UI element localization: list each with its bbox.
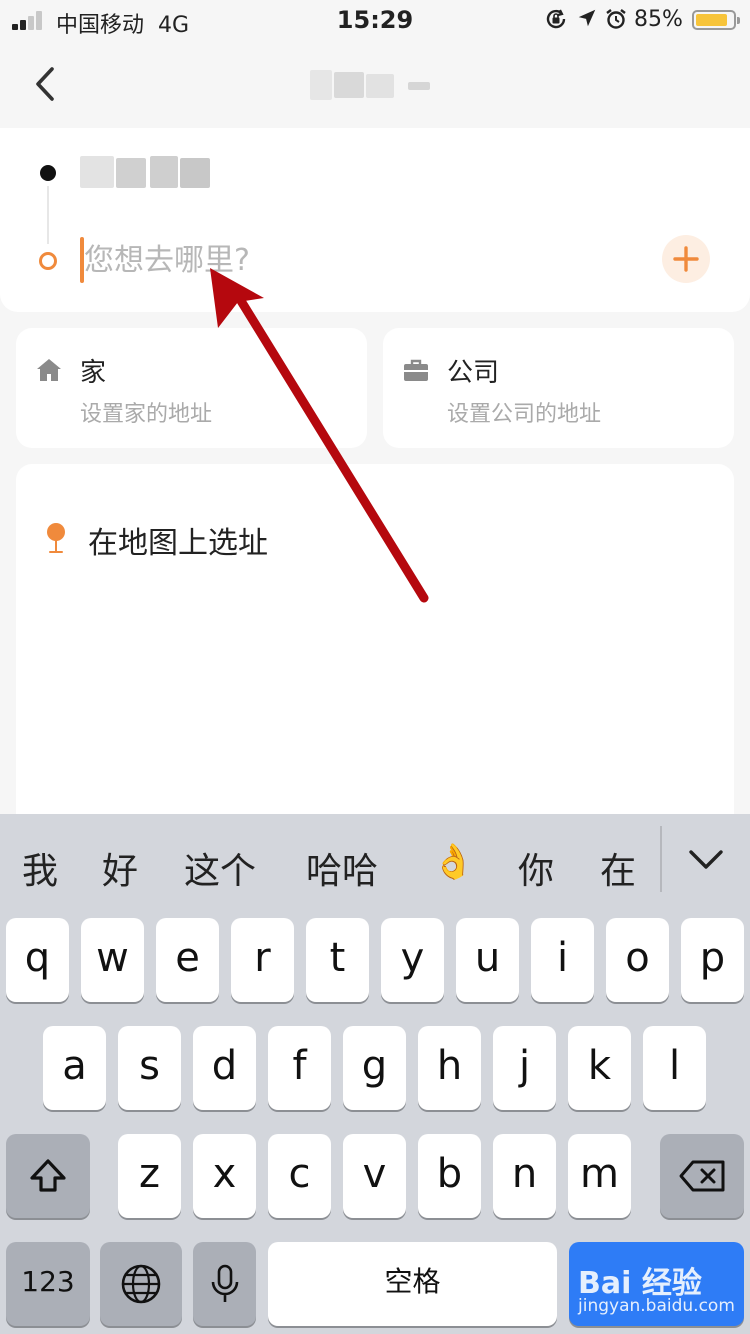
numbers-key[interactable]: 123 bbox=[6, 1242, 90, 1326]
space-key[interactable]: 空格 bbox=[268, 1242, 557, 1326]
key-k[interactable]: k bbox=[568, 1026, 631, 1110]
key-u[interactable]: u bbox=[456, 918, 519, 1002]
shift-key[interactable] bbox=[6, 1134, 90, 1218]
suggestion-item[interactable]: 在 bbox=[600, 842, 636, 894]
delete-key[interactable] bbox=[660, 1134, 744, 1218]
rotation-lock-icon bbox=[544, 7, 568, 35]
battery-percent: 85% bbox=[634, 7, 683, 32]
alarm-icon bbox=[604, 7, 628, 35]
route-input-card bbox=[0, 128, 750, 312]
status-bar: 中国移动 4G 15:29 85% bbox=[0, 0, 750, 40]
map-pin-icon bbox=[47, 523, 65, 553]
suggestion-item[interactable]: 这个 bbox=[184, 842, 256, 894]
suggestion-bar: 我 好 这个 哈哈 👌 你 在 bbox=[0, 814, 750, 914]
work-subtitle: 设置公司的地址 bbox=[447, 402, 602, 427]
keyboard: 我 好 这个 哈哈 👌 你 在 q w e r t y u i o p a s … bbox=[0, 814, 750, 1334]
watermark: Bai 经验 jingyan.baidu.com bbox=[578, 1258, 738, 1320]
key-x[interactable]: x bbox=[193, 1134, 256, 1218]
watermark-url: jingyan.baidu.com bbox=[578, 1296, 735, 1316]
key-t[interactable]: t bbox=[306, 918, 369, 1002]
key-h[interactable]: h bbox=[418, 1026, 481, 1110]
chevron-down-icon[interactable] bbox=[688, 848, 724, 872]
suggestion-item[interactable]: 哈哈 bbox=[306, 842, 378, 894]
start-point-dot bbox=[40, 165, 56, 181]
destination-input[interactable] bbox=[84, 238, 624, 282]
battery-icon bbox=[692, 10, 740, 30]
work-address-card[interactable]: 公司 设置公司的地址 bbox=[383, 328, 734, 448]
key-a[interactable]: a bbox=[43, 1026, 106, 1110]
suggestion-emoji[interactable]: 👌 bbox=[432, 842, 474, 882]
key-j[interactable]: j bbox=[493, 1026, 556, 1110]
home-subtitle: 设置家的地址 bbox=[80, 402, 213, 427]
key-v[interactable]: v bbox=[343, 1134, 406, 1218]
shift-icon bbox=[30, 1159, 66, 1192]
globe-key[interactable] bbox=[100, 1242, 182, 1326]
globe-icon bbox=[121, 1264, 161, 1304]
suggestion-item[interactable]: 你 bbox=[518, 842, 554, 894]
key-d[interactable]: d bbox=[193, 1026, 256, 1110]
work-title: 公司 bbox=[447, 358, 500, 388]
suggestion-item[interactable]: 好 bbox=[102, 842, 138, 894]
plus-icon bbox=[673, 246, 699, 272]
key-r[interactable]: r bbox=[231, 918, 294, 1002]
key-y[interactable]: y bbox=[381, 918, 444, 1002]
key-g[interactable]: g bbox=[343, 1026, 406, 1110]
key-p[interactable]: p bbox=[681, 918, 744, 1002]
briefcase-icon bbox=[404, 359, 428, 381]
key-f[interactable]: f bbox=[268, 1026, 331, 1110]
page-title-obscured bbox=[310, 68, 430, 102]
key-b[interactable]: b bbox=[418, 1134, 481, 1218]
location-icon bbox=[576, 7, 598, 33]
key-s[interactable]: s bbox=[118, 1026, 181, 1110]
add-waypoint-button[interactable] bbox=[662, 235, 710, 283]
home-icon bbox=[37, 359, 61, 381]
key-q[interactable]: q bbox=[6, 918, 69, 1002]
nav-bar bbox=[0, 40, 750, 128]
route-connector bbox=[47, 186, 49, 244]
back-button[interactable] bbox=[30, 66, 60, 102]
select-on-map-link[interactable]: 在地图上选址 bbox=[88, 518, 268, 562]
key-l[interactable]: l bbox=[643, 1026, 706, 1110]
key-c[interactable]: c bbox=[268, 1134, 331, 1218]
key-m[interactable]: m bbox=[568, 1134, 631, 1218]
suggestion-divider bbox=[660, 826, 662, 892]
microphone-icon bbox=[211, 1264, 238, 1302]
key-z[interactable]: z bbox=[118, 1134, 181, 1218]
dictation-key[interactable] bbox=[193, 1242, 256, 1326]
key-e[interactable]: e bbox=[156, 918, 219, 1002]
home-address-card[interactable]: 家 设置家的地址 bbox=[16, 328, 367, 448]
origin-field-obscured[interactable] bbox=[80, 152, 212, 192]
key-o[interactable]: o bbox=[606, 918, 669, 1002]
suggestion-item[interactable]: 我 bbox=[22, 842, 58, 894]
destination-point-dot bbox=[39, 252, 57, 270]
key-i[interactable]: i bbox=[531, 918, 594, 1002]
map-select-card: 在地图上选址 bbox=[16, 464, 734, 824]
key-n[interactable]: n bbox=[493, 1134, 556, 1218]
home-title: 家 bbox=[80, 358, 107, 388]
key-w[interactable]: w bbox=[81, 918, 144, 1002]
backspace-icon bbox=[679, 1160, 725, 1192]
chevron-left-icon bbox=[36, 67, 54, 101]
